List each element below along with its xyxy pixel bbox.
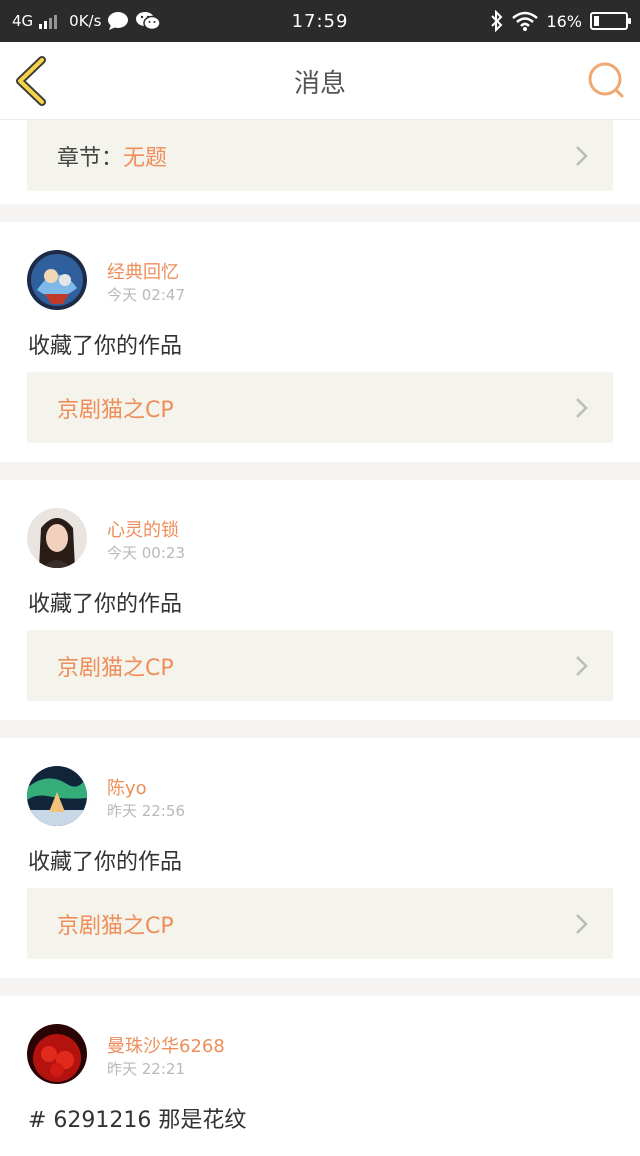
message-time: 今天 02:47 bbox=[107, 286, 185, 304]
battery-percent: 16% bbox=[546, 11, 582, 31]
bluetooth-icon bbox=[491, 10, 503, 32]
message-text: 收藏了你的作品 bbox=[28, 592, 183, 617]
sender-name: 经典回忆 bbox=[107, 262, 179, 283]
battery-icon bbox=[590, 12, 631, 30]
message-text: # 6291216 那是花纹 bbox=[28, 1108, 247, 1133]
message-text: 收藏了你的作品 bbox=[28, 850, 183, 875]
status-right: 16% bbox=[490, 0, 631, 42]
avatar[interactable] bbox=[27, 1024, 87, 1084]
message-time: 昨天 22:21 bbox=[107, 1060, 185, 1078]
work-title: 京剧猫之CP bbox=[57, 655, 174, 681]
chevron-right-icon bbox=[576, 655, 588, 676]
chevron-right-icon bbox=[576, 913, 588, 934]
work-card[interactable]: 京剧猫之CP bbox=[27, 630, 613, 701]
avatar[interactable] bbox=[27, 508, 87, 568]
avatar[interactable] bbox=[27, 250, 87, 310]
chapter-label: 章节： bbox=[57, 145, 124, 171]
message-time: 昨天 22:56 bbox=[107, 802, 185, 820]
chapter-value: 无题 bbox=[123, 145, 168, 171]
search-icon[interactable] bbox=[586, 60, 626, 100]
work-title: 京剧猫之CP bbox=[57, 397, 174, 423]
chevron-right-icon bbox=[576, 397, 588, 418]
work-card[interactable]: 京剧猫之CP bbox=[27, 888, 613, 959]
chevron-right-icon bbox=[576, 145, 588, 166]
chapter-card-container: 章节： 无题 bbox=[0, 120, 640, 204]
message-item: 心灵的锁 今天 00:23 收藏了你的作品 京剧猫之CP bbox=[0, 480, 640, 720]
sender-name: 陈yo bbox=[107, 778, 147, 799]
message-text: 收藏了你的作品 bbox=[28, 334, 183, 359]
status-bar: 4G 0K/s 17:59 16% bbox=[0, 0, 640, 42]
sender-name: 心灵的锁 bbox=[107, 520, 179, 541]
avatar[interactable] bbox=[27, 766, 87, 826]
sender-name: 曼珠沙华6268 bbox=[107, 1036, 225, 1057]
divider bbox=[0, 462, 640, 480]
page-title: 消息 bbox=[293, 68, 346, 99]
app-header: 消息 bbox=[0, 42, 640, 120]
message-time: 今天 00:23 bbox=[107, 544, 185, 562]
message-item: 经典回忆 今天 02:47 收藏了你的作品 京剧猫之CP bbox=[0, 222, 640, 462]
wifi-icon bbox=[512, 11, 539, 31]
message-item: 曼珠沙华6268 昨天 22:21 # 6291216 那是花纹 bbox=[0, 996, 640, 1156]
message-item: 陈yo 昨天 22:56 收藏了你的作品 京剧猫之CP bbox=[0, 738, 640, 978]
divider bbox=[0, 978, 640, 996]
chapter-card[interactable]: 章节： 无题 bbox=[27, 120, 613, 191]
battery-level bbox=[594, 16, 599, 26]
message-list: 章节： 无题 经典回忆 今天 02:47 收藏了你的作品 京剧猫之CP 心灵的锁… bbox=[0, 120, 640, 1156]
divider bbox=[0, 720, 640, 738]
work-title: 京剧猫之CP bbox=[57, 913, 174, 939]
work-card[interactable]: 京剧猫之CP bbox=[27, 372, 613, 443]
divider bbox=[0, 204, 640, 222]
